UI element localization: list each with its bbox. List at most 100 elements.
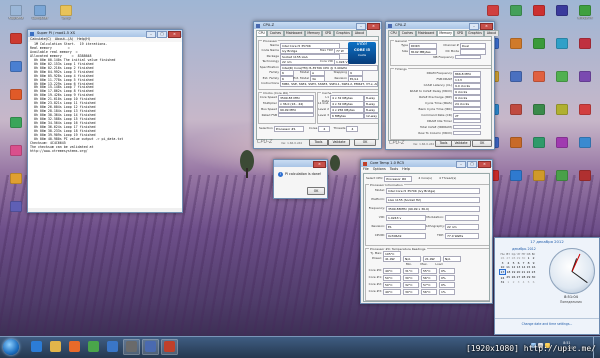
calendar-day[interactable]: 12 bbox=[511, 265, 516, 270]
desktop-icon[interactable] bbox=[5, 61, 27, 73]
calendar-day[interactable]: 22 bbox=[526, 270, 531, 275]
desktop-icon[interactable] bbox=[528, 5, 550, 17]
desktop-icon[interactable] bbox=[482, 5, 504, 17]
app-icon bbox=[10, 5, 22, 16]
desktop-icon[interactable] bbox=[574, 38, 596, 50]
minimize-button[interactable]: – bbox=[456, 161, 466, 168]
calendar-day[interactable]: 30 bbox=[521, 256, 526, 260]
calendar-day[interactable]: 13 bbox=[516, 265, 521, 270]
desktop-icon[interactable] bbox=[551, 71, 573, 83]
calendar-date-header[interactable]: 17 декабря 2012 bbox=[495, 238, 599, 245]
desktop-icon[interactable] bbox=[574, 137, 596, 149]
validate-button[interactable]: Validate bbox=[451, 140, 471, 147]
cpuz-mem-titlebar[interactable]: CPU-Z – × bbox=[386, 22, 494, 30]
close-button[interactable]: × bbox=[313, 161, 326, 168]
calendar-grid: декабрь 2012 Пн Вт Ср Чт Пт Сб Вс 26 27 28 29 30 1 2 3… bbox=[499, 247, 549, 284]
field-label: Instructions bbox=[261, 81, 279, 85]
desktop-icon[interactable]: Computer bbox=[29, 5, 51, 21]
desktop-icon[interactable] bbox=[505, 71, 527, 83]
taskbar-coretemp-button[interactable] bbox=[161, 339, 178, 355]
superpi-titlebar[interactable]: Super PI / mod1.5 XS – □ × bbox=[28, 30, 182, 38]
menu-item[interactable]: Help bbox=[402, 167, 410, 172]
desktop-icon[interactable] bbox=[505, 137, 527, 149]
info-icon: i bbox=[278, 172, 283, 177]
desktop-icon[interactable] bbox=[528, 170, 550, 182]
calendar-day[interactable]: 19 bbox=[511, 270, 516, 275]
desktop-icon[interactable] bbox=[5, 117, 27, 129]
taskbar-firefox-button[interactable] bbox=[66, 339, 83, 355]
field-value: 0x306A9 bbox=[386, 233, 426, 239]
desktop-icon[interactable] bbox=[551, 5, 573, 17]
tools-button[interactable]: Tools bbox=[309, 139, 328, 146]
calendar-day[interactable]: 6 bbox=[531, 280, 536, 284]
processor-row: Max TDP 77 W bbox=[317, 48, 349, 54]
desktop-icon[interactable] bbox=[5, 145, 27, 157]
menu-item[interactable]: File bbox=[363, 167, 369, 172]
validate-button[interactable]: Validate bbox=[328, 139, 350, 146]
desktop-icon[interactable] bbox=[528, 38, 550, 50]
desktop-icon[interactable]: Корзина bbox=[5, 5, 27, 21]
minimize-button[interactable]: – bbox=[469, 23, 479, 30]
taskbar-chrome-button[interactable] bbox=[85, 339, 102, 355]
dialog-ok-button[interactable]: OK bbox=[307, 187, 325, 195]
desktop-icon[interactable]: Temp bbox=[55, 5, 77, 21]
desktop-icon[interactable] bbox=[505, 38, 527, 50]
close-button[interactable]: × bbox=[480, 23, 493, 30]
desktop-icon[interactable] bbox=[574, 170, 596, 182]
field-value: 22 nm bbox=[445, 224, 479, 230]
desktop-icon[interactable] bbox=[574, 71, 596, 83]
selection-dropdown[interactable]: Processor #1 bbox=[273, 125, 304, 132]
cpu-select-dropdown[interactable]: Processor #0 bbox=[384, 176, 413, 182]
window-title: Super PI / mod1.5 XS bbox=[37, 31, 75, 35]
maximize-button[interactable]: □ bbox=[467, 161, 477, 168]
taskbar-superpi-button[interactable] bbox=[123, 339, 140, 355]
desktop-icon[interactable] bbox=[528, 137, 550, 149]
cpuz-titlebar[interactable]: CPU-Z – × bbox=[254, 22, 381, 30]
desktop-icon[interactable] bbox=[505, 170, 527, 182]
taskbar-mediaplayer-button[interactable] bbox=[104, 339, 121, 355]
desktop-icon[interactable] bbox=[528, 104, 550, 116]
desktop-icon[interactable] bbox=[5, 33, 27, 45]
desktop-icon[interactable]: HYPER PI bbox=[574, 5, 596, 21]
tools-button[interactable]: Tools bbox=[435, 140, 452, 147]
desktop-icon[interactable] bbox=[551, 38, 573, 50]
app-icon bbox=[510, 104, 522, 115]
desktop-icon[interactable] bbox=[505, 104, 527, 116]
ok-button[interactable]: OK bbox=[472, 140, 492, 147]
calendar-day[interactable]: 21 bbox=[521, 270, 526, 275]
desktop-icon[interactable] bbox=[574, 104, 596, 116]
minimize-button[interactable]: – bbox=[146, 31, 156, 38]
calendar-day[interactable]: 29 bbox=[516, 256, 521, 260]
desktop-icon[interactable] bbox=[5, 89, 27, 101]
calendar-day[interactable]: 16 bbox=[531, 265, 536, 270]
calendar-day[interactable]: 20 bbox=[516, 270, 521, 275]
calendar-day[interactable]: 15 bbox=[526, 265, 531, 270]
minimize-button[interactable]: – bbox=[356, 23, 366, 30]
calendar-day[interactable]: 14 bbox=[521, 265, 526, 270]
ok-button[interactable]: OK bbox=[354, 139, 376, 146]
desktop-icon[interactable] bbox=[551, 170, 573, 182]
dialog-titlebar[interactable]: × bbox=[274, 160, 327, 168]
desktop-icon[interactable] bbox=[551, 137, 573, 149]
close-button[interactable]: × bbox=[168, 31, 181, 38]
calendar-day[interactable]: 28 bbox=[511, 256, 516, 260]
taskbar-explorer-button[interactable] bbox=[47, 339, 64, 355]
close-button[interactable]: × bbox=[367, 23, 380, 30]
close-button[interactable]: × bbox=[478, 161, 491, 168]
taskbar-cpuz-button[interactable] bbox=[142, 339, 159, 355]
taskbar-ie-button[interactable] bbox=[28, 339, 45, 355]
desktop-icon[interactable] bbox=[528, 71, 550, 83]
coretemp-titlebar[interactable]: Core Temp 1.0 RC5 – □ × bbox=[361, 160, 492, 168]
desktop-icon[interactable] bbox=[505, 5, 527, 17]
desktop-icon[interactable] bbox=[551, 104, 573, 116]
menu-item[interactable]: Tools bbox=[390, 167, 398, 172]
calendar-day[interactable]: 23 bbox=[531, 270, 536, 275]
desktop-icon[interactable] bbox=[5, 201, 27, 213]
menu-item[interactable]: Options bbox=[373, 167, 386, 172]
change-date-time-link[interactable]: Change date and time settings... bbox=[495, 322, 599, 326]
superpi-output-console[interactable]: 1M Calculation Start. 19 iterations. Real… bbox=[28, 42, 182, 208]
start-button[interactable] bbox=[3, 339, 19, 355]
calendar-day[interactable]: 18 bbox=[506, 270, 512, 275]
desktop-icon[interactable] bbox=[5, 173, 27, 185]
maximize-button[interactable]: □ bbox=[157, 31, 167, 38]
